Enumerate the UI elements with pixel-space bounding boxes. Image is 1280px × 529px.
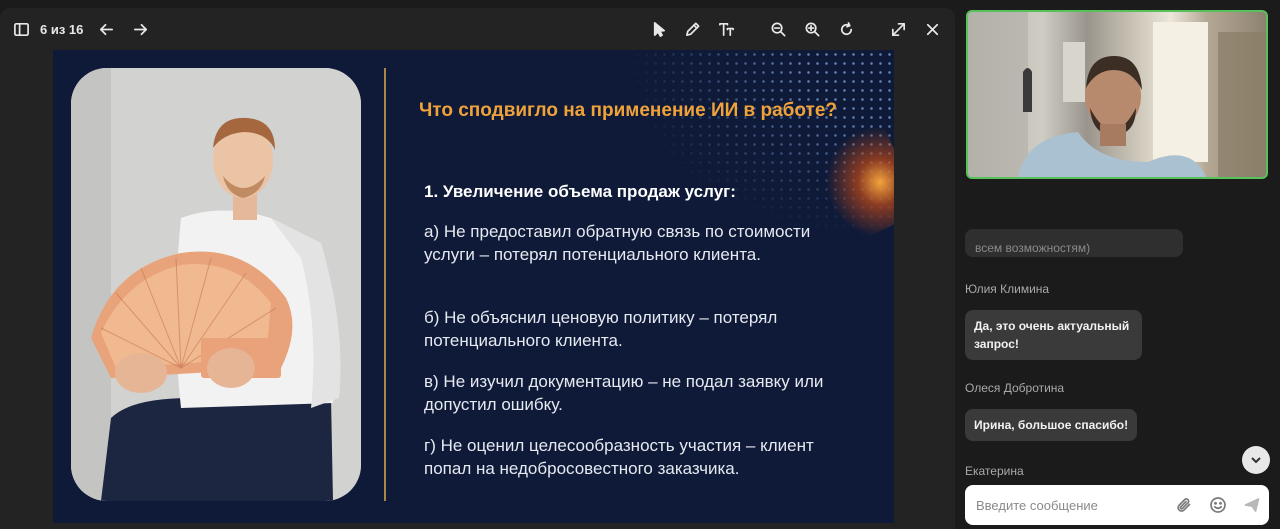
chat-message-bubble: всем возможностям) <box>965 229 1183 257</box>
slide-divider <box>384 68 386 501</box>
slide-point-b: б) Не объяснил ценовую политику – потеря… <box>424 308 778 350</box>
text-tool-button[interactable] <box>709 12 743 46</box>
scroll-down-button[interactable] <box>1242 446 1270 474</box>
emoji-icon <box>1210 497 1226 513</box>
paperclip-icon <box>1177 498 1191 512</box>
arrow-right-icon <box>133 23 147 35</box>
presenter-photo <box>71 68 361 501</box>
cursor-icon <box>653 21 665 37</box>
pointer-tool-button[interactable] <box>641 12 675 46</box>
slide-title: Что сподвигло на применение ИИ в работе? <box>418 100 838 121</box>
participant-video[interactable] <box>966 10 1268 179</box>
viewer-toolbar: 6 из 16 <box>0 8 955 50</box>
rotate-icon <box>840 21 852 35</box>
zoom-in-icon <box>805 22 819 36</box>
send-button[interactable] <box>1235 485 1269 525</box>
chat-author: Олеся Добротина <box>965 381 1065 395</box>
chat-author: Екатерина <box>965 464 1024 478</box>
draw-tool-button[interactable] <box>675 12 709 46</box>
presentation-viewer: 6 из 16 Что сподвигло на применение ИИ в… <box>0 8 955 529</box>
message-composer <box>965 485 1269 525</box>
zoom-out-icon <box>771 22 785 36</box>
sidebar-icon <box>13 22 29 36</box>
previous-page-button[interactable] <box>89 12 123 46</box>
chevron-down-icon <box>1251 457 1261 464</box>
send-icon <box>1244 498 1260 512</box>
presentation-slide: Что сподвигло на применение ИИ в работе?… <box>53 50 894 523</box>
chat-message-bubble: Да, это очень актуальный запрос! <box>965 310 1142 360</box>
sidebar-toggle-button[interactable] <box>4 12 38 46</box>
attach-button[interactable] <box>1167 485 1201 525</box>
slide-subtitle: 1. Увеличение объема продаж услуг: <box>424 182 736 201</box>
close-icon <box>926 23 938 35</box>
close-viewer-button[interactable] <box>915 12 949 46</box>
slide-point-d: г) Не оценил целесообразность участия – … <box>424 436 814 478</box>
zoom-out-button[interactable] <box>761 12 795 46</box>
message-input[interactable] <box>965 497 1155 513</box>
slide-point-c: в) Не изучил документацию – не подал зая… <box>424 372 824 414</box>
text-icon <box>718 22 734 36</box>
arrow-left-icon <box>99 23 113 35</box>
zoom-in-button[interactable] <box>795 12 829 46</box>
emoji-button[interactable] <box>1201 485 1235 525</box>
fullscreen-button[interactable] <box>881 12 915 46</box>
slide-point-a: а) Не предоставил обратную связь по стои… <box>424 222 811 264</box>
chat-panel: всем возможностям) Юлия Климина Да, это … <box>955 185 1280 529</box>
next-page-button[interactable] <box>123 12 157 46</box>
page-counter: 6 из 16 <box>40 21 84 37</box>
chat-author: Юлия Климина <box>965 282 1050 296</box>
fullscreen-icon <box>891 22 905 36</box>
rotate-button[interactable] <box>829 12 863 46</box>
chat-message-bubble: Ирина, большое спасибо! <box>965 409 1138 441</box>
pen-icon <box>685 22 699 36</box>
app-window: 6 из 16 Что сподвигло на применение ИИ в… <box>0 0 1280 529</box>
participant-video-frame <box>968 12 1266 177</box>
chat-message-text: всем возможностям) <box>975 241 1091 255</box>
